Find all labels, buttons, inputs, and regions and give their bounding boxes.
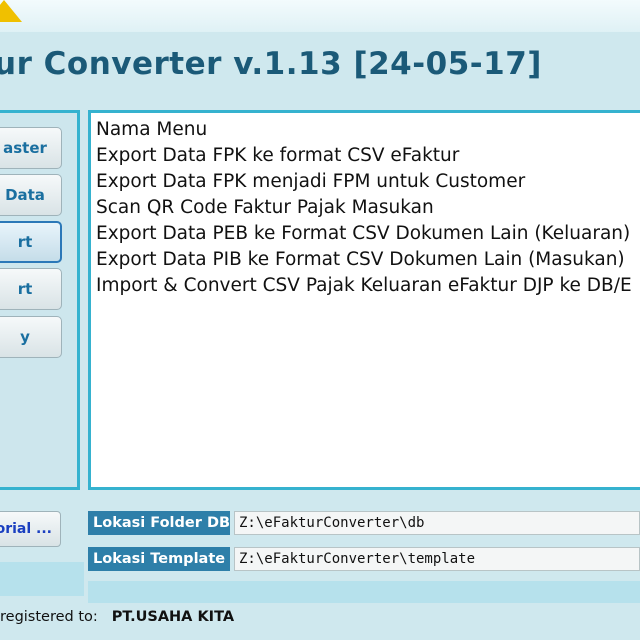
- menu-item-scan-qr[interactable]: Scan QR Code Faktur Pajak Masukan: [96, 195, 632, 221]
- tutorial-button[interactable]: orial ...: [0, 511, 61, 547]
- sidebar-button-import[interactable]: rt: [0, 268, 62, 310]
- db-folder-label: Lokasi Folder DB: [88, 511, 230, 535]
- menu-item-export-peb[interactable]: Export Data PEB ke Format CSV Dokumen La…: [96, 221, 632, 247]
- menu-item-export-fpk-csv[interactable]: Export Data FPK ke format CSV eFaktur: [96, 143, 632, 169]
- app-title: ur Converter v.1.13 [24-05-17]: [0, 46, 542, 82]
- sidebar-button-export[interactable]: rt: [0, 221, 62, 263]
- template-folder-field[interactable]: Z:\eFakturConverter\template: [234, 547, 640, 571]
- db-folder-field[interactable]: Z:\eFakturConverter\db: [234, 511, 640, 535]
- registration-prefix: registered to:: [0, 609, 98, 625]
- sidebar-button-data[interactable]: Data: [0, 174, 62, 216]
- window-titlebar: [0, 0, 640, 32]
- registration-company: PT.USAHA KITA: [111, 609, 235, 625]
- registration-info: registered to: PT.USAHA KITA: [0, 609, 234, 625]
- menu-item-export-fpk-fpm[interactable]: Export Data FPK menjadi FPM untuk Custom…: [96, 169, 632, 195]
- sidebar-lower-strip: [0, 562, 84, 596]
- app-logo-icon: [0, 0, 22, 22]
- menu-list-panel: Nama Menu Export Data FPK ke format CSV …: [88, 110, 640, 490]
- template-folder-label: Lokasi Template: [88, 547, 230, 571]
- sidebar-button-utility[interactable]: y: [0, 316, 62, 358]
- sidebar-button-master[interactable]: aster: [0, 127, 62, 169]
- menu-item-import-convert[interactable]: Import & Convert CSV Pajak Keluaran eFak…: [96, 273, 632, 299]
- menu-list-header: Nama Menu: [96, 119, 208, 140]
- status-bar: [88, 581, 640, 603]
- menu-item-export-pib[interactable]: Export Data PIB ke Format CSV Dokumen La…: [96, 247, 632, 273]
- menu-list: Nama Menu Export Data FPK ke format CSV …: [96, 117, 632, 299]
